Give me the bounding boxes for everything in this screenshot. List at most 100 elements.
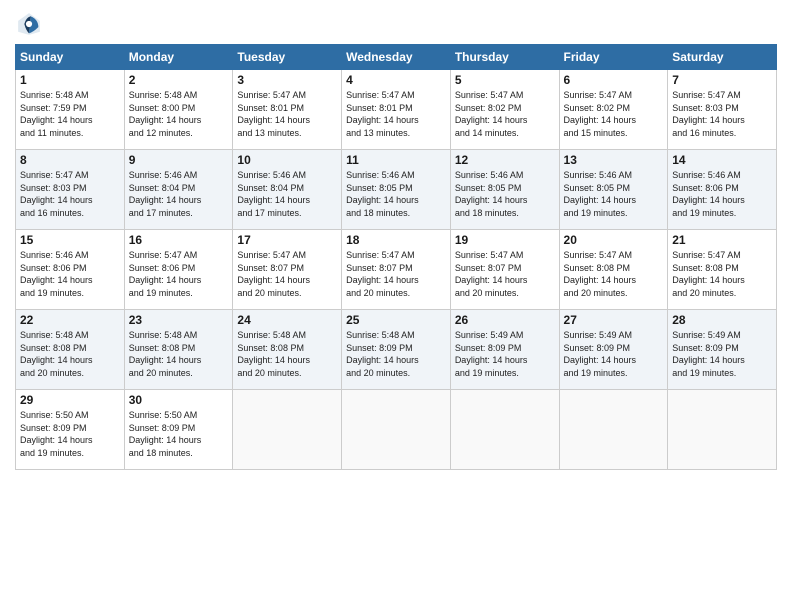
day-info: Sunrise: 5:46 AM Sunset: 8:06 PM Dayligh… — [672, 169, 772, 219]
calendar-cell: 2 Sunrise: 5:48 AM Sunset: 8:00 PM Dayli… — [124, 70, 233, 150]
day-number: 30 — [129, 393, 229, 407]
day-number: 23 — [129, 313, 229, 327]
calendar-cell — [342, 390, 451, 470]
calendar-cell: 23 Sunrise: 5:48 AM Sunset: 8:08 PM Dayl… — [124, 310, 233, 390]
day-info: Sunrise: 5:50 AM Sunset: 8:09 PM Dayligh… — [129, 409, 229, 459]
calendar-cell: 13 Sunrise: 5:46 AM Sunset: 8:05 PM Dayl… — [559, 150, 668, 230]
calendar-cell: 29 Sunrise: 5:50 AM Sunset: 8:09 PM Dayl… — [16, 390, 125, 470]
day-info: Sunrise: 5:47 AM Sunset: 8:01 PM Dayligh… — [346, 89, 446, 139]
week-row-5: 29 Sunrise: 5:50 AM Sunset: 8:09 PM Dayl… — [16, 390, 777, 470]
day-number: 10 — [237, 153, 337, 167]
calendar-cell: 9 Sunrise: 5:46 AM Sunset: 8:04 PM Dayli… — [124, 150, 233, 230]
day-info: Sunrise: 5:47 AM Sunset: 8:03 PM Dayligh… — [672, 89, 772, 139]
calendar-cell: 27 Sunrise: 5:49 AM Sunset: 8:09 PM Dayl… — [559, 310, 668, 390]
header-row: SundayMondayTuesdayWednesdayThursdayFrid… — [16, 45, 777, 70]
day-number: 4 — [346, 73, 446, 87]
day-number: 20 — [564, 233, 664, 247]
day-number: 8 — [20, 153, 120, 167]
day-info: Sunrise: 5:46 AM Sunset: 8:06 PM Dayligh… — [20, 249, 120, 299]
header-wednesday: Wednesday — [342, 45, 451, 70]
day-number: 19 — [455, 233, 555, 247]
day-info: Sunrise: 5:48 AM Sunset: 8:08 PM Dayligh… — [20, 329, 120, 379]
logo — [15, 10, 47, 38]
calendar-cell: 11 Sunrise: 5:46 AM Sunset: 8:05 PM Dayl… — [342, 150, 451, 230]
calendar-cell: 8 Sunrise: 5:47 AM Sunset: 8:03 PM Dayli… — [16, 150, 125, 230]
day-info: Sunrise: 5:47 AM Sunset: 8:07 PM Dayligh… — [237, 249, 337, 299]
calendar-cell: 5 Sunrise: 5:47 AM Sunset: 8:02 PM Dayli… — [450, 70, 559, 150]
day-info: Sunrise: 5:47 AM Sunset: 8:08 PM Dayligh… — [564, 249, 664, 299]
day-info: Sunrise: 5:47 AM Sunset: 8:07 PM Dayligh… — [455, 249, 555, 299]
day-info: Sunrise: 5:48 AM Sunset: 8:08 PM Dayligh… — [129, 329, 229, 379]
calendar-cell: 21 Sunrise: 5:47 AM Sunset: 8:08 PM Dayl… — [668, 230, 777, 310]
week-row-3: 15 Sunrise: 5:46 AM Sunset: 8:06 PM Dayl… — [16, 230, 777, 310]
day-info: Sunrise: 5:48 AM Sunset: 8:00 PM Dayligh… — [129, 89, 229, 139]
calendar-table: SundayMondayTuesdayWednesdayThursdayFrid… — [15, 44, 777, 470]
calendar-cell: 18 Sunrise: 5:47 AM Sunset: 8:07 PM Dayl… — [342, 230, 451, 310]
header-saturday: Saturday — [668, 45, 777, 70]
day-number: 1 — [20, 73, 120, 87]
calendar-cell: 10 Sunrise: 5:46 AM Sunset: 8:04 PM Dayl… — [233, 150, 342, 230]
calendar-cell: 6 Sunrise: 5:47 AM Sunset: 8:02 PM Dayli… — [559, 70, 668, 150]
day-info: Sunrise: 5:47 AM Sunset: 8:01 PM Dayligh… — [237, 89, 337, 139]
calendar-cell: 25 Sunrise: 5:48 AM Sunset: 8:09 PM Dayl… — [342, 310, 451, 390]
header-friday: Friday — [559, 45, 668, 70]
calendar-cell: 24 Sunrise: 5:48 AM Sunset: 8:08 PM Dayl… — [233, 310, 342, 390]
calendar-cell — [450, 390, 559, 470]
day-number: 14 — [672, 153, 772, 167]
day-info: Sunrise: 5:50 AM Sunset: 8:09 PM Dayligh… — [20, 409, 120, 459]
calendar-cell: 19 Sunrise: 5:47 AM Sunset: 8:07 PM Dayl… — [450, 230, 559, 310]
day-number: 18 — [346, 233, 446, 247]
calendar-cell: 15 Sunrise: 5:46 AM Sunset: 8:06 PM Dayl… — [16, 230, 125, 310]
day-number: 3 — [237, 73, 337, 87]
day-number: 15 — [20, 233, 120, 247]
day-info: Sunrise: 5:49 AM Sunset: 8:09 PM Dayligh… — [455, 329, 555, 379]
day-number: 27 — [564, 313, 664, 327]
week-row-2: 8 Sunrise: 5:47 AM Sunset: 8:03 PM Dayli… — [16, 150, 777, 230]
day-info: Sunrise: 5:49 AM Sunset: 8:09 PM Dayligh… — [672, 329, 772, 379]
page: SundayMondayTuesdayWednesdayThursdayFrid… — [0, 0, 792, 612]
calendar-cell — [668, 390, 777, 470]
calendar-cell: 20 Sunrise: 5:47 AM Sunset: 8:08 PM Dayl… — [559, 230, 668, 310]
day-number: 29 — [20, 393, 120, 407]
calendar-cell: 30 Sunrise: 5:50 AM Sunset: 8:09 PM Dayl… — [124, 390, 233, 470]
day-info: Sunrise: 5:47 AM Sunset: 8:06 PM Dayligh… — [129, 249, 229, 299]
header-tuesday: Tuesday — [233, 45, 342, 70]
day-number: 9 — [129, 153, 229, 167]
day-number: 24 — [237, 313, 337, 327]
day-number: 12 — [455, 153, 555, 167]
day-info: Sunrise: 5:47 AM Sunset: 8:02 PM Dayligh… — [455, 89, 555, 139]
calendar-cell: 4 Sunrise: 5:47 AM Sunset: 8:01 PM Dayli… — [342, 70, 451, 150]
day-number: 11 — [346, 153, 446, 167]
calendar-cell: 12 Sunrise: 5:46 AM Sunset: 8:05 PM Dayl… — [450, 150, 559, 230]
day-info: Sunrise: 5:46 AM Sunset: 8:05 PM Dayligh… — [564, 169, 664, 219]
calendar-cell: 17 Sunrise: 5:47 AM Sunset: 8:07 PM Dayl… — [233, 230, 342, 310]
day-number: 5 — [455, 73, 555, 87]
day-number: 21 — [672, 233, 772, 247]
day-number: 22 — [20, 313, 120, 327]
day-info: Sunrise: 5:46 AM Sunset: 8:05 PM Dayligh… — [455, 169, 555, 219]
day-info: Sunrise: 5:47 AM Sunset: 8:08 PM Dayligh… — [672, 249, 772, 299]
day-number: 17 — [237, 233, 337, 247]
day-number: 7 — [672, 73, 772, 87]
day-info: Sunrise: 5:46 AM Sunset: 8:04 PM Dayligh… — [237, 169, 337, 219]
day-number: 6 — [564, 73, 664, 87]
day-number: 16 — [129, 233, 229, 247]
week-row-1: 1 Sunrise: 5:48 AM Sunset: 7:59 PM Dayli… — [16, 70, 777, 150]
header-thursday: Thursday — [450, 45, 559, 70]
calendar-cell: 26 Sunrise: 5:49 AM Sunset: 8:09 PM Dayl… — [450, 310, 559, 390]
day-info: Sunrise: 5:47 AM Sunset: 8:03 PM Dayligh… — [20, 169, 120, 219]
day-number: 28 — [672, 313, 772, 327]
day-info: Sunrise: 5:46 AM Sunset: 8:04 PM Dayligh… — [129, 169, 229, 219]
day-number: 2 — [129, 73, 229, 87]
day-info: Sunrise: 5:47 AM Sunset: 8:02 PM Dayligh… — [564, 89, 664, 139]
day-number: 26 — [455, 313, 555, 327]
header-sunday: Sunday — [16, 45, 125, 70]
calendar-cell: 3 Sunrise: 5:47 AM Sunset: 8:01 PM Dayli… — [233, 70, 342, 150]
day-info: Sunrise: 5:48 AM Sunset: 7:59 PM Dayligh… — [20, 89, 120, 139]
day-info: Sunrise: 5:46 AM Sunset: 8:05 PM Dayligh… — [346, 169, 446, 219]
calendar-cell: 28 Sunrise: 5:49 AM Sunset: 8:09 PM Dayl… — [668, 310, 777, 390]
week-row-4: 22 Sunrise: 5:48 AM Sunset: 8:08 PM Dayl… — [16, 310, 777, 390]
day-info: Sunrise: 5:47 AM Sunset: 8:07 PM Dayligh… — [346, 249, 446, 299]
logo-icon — [15, 10, 43, 38]
day-info: Sunrise: 5:49 AM Sunset: 8:09 PM Dayligh… — [564, 329, 664, 379]
